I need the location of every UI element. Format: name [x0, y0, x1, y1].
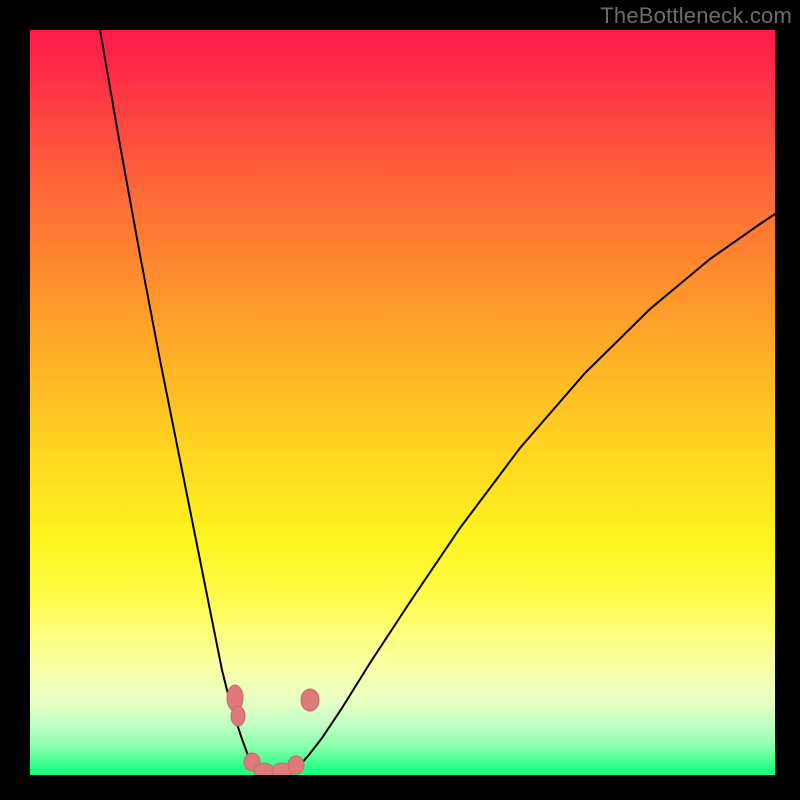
data-marker-3 [254, 763, 274, 775]
chart-svg [30, 30, 775, 775]
data-marker-5 [288, 756, 304, 774]
curve-right-branch [298, 214, 775, 767]
outer-frame: TheBottleneck.com [0, 0, 800, 800]
data-marker-1 [231, 706, 245, 726]
watermark-text: TheBottleneck.com [600, 3, 792, 29]
curve-left-branch [100, 30, 252, 765]
marker-group [227, 685, 319, 775]
data-marker-6 [301, 689, 319, 711]
plot-area [30, 30, 775, 775]
